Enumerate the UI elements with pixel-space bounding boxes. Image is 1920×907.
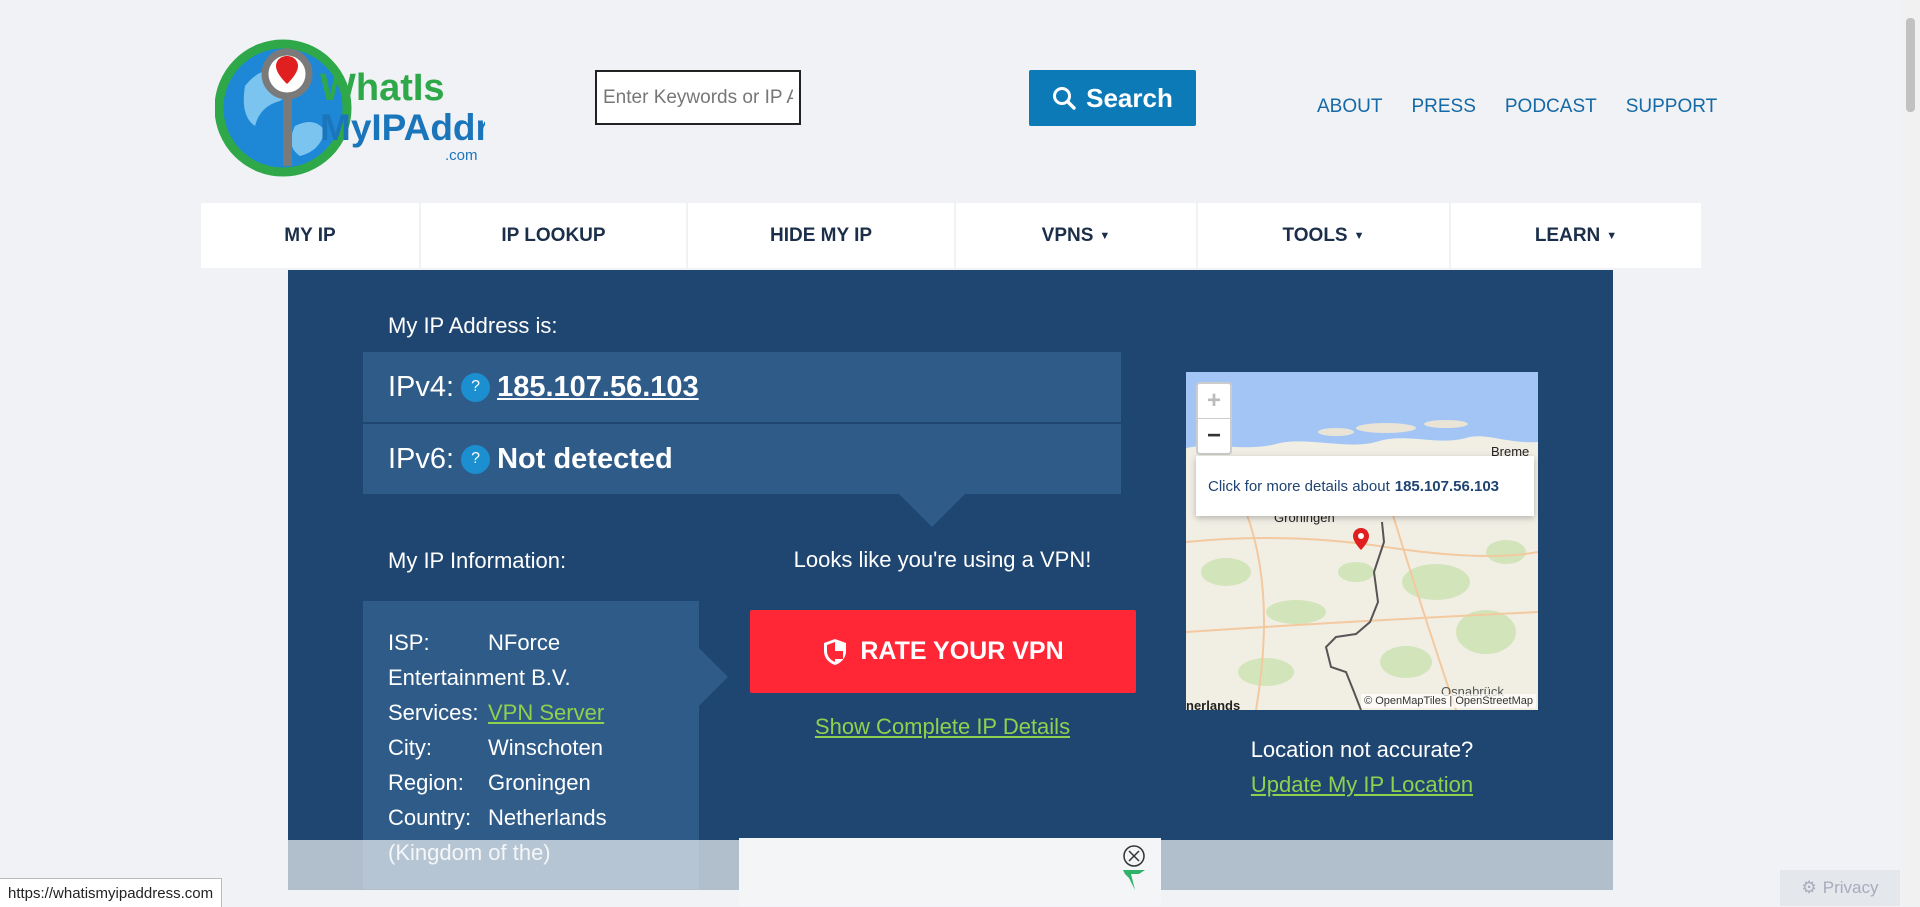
isp-line: ISP: NForce Entertainment B.V. bbox=[388, 625, 674, 695]
nav-ip-lookup[interactable]: IP LOOKUP bbox=[421, 203, 688, 268]
ipv4-row: IPv4: ? 185.107.56.103 bbox=[363, 352, 1121, 422]
country-label: Country: bbox=[388, 805, 472, 830]
nav-learn[interactable]: LEARN ▼ bbox=[1451, 203, 1701, 268]
city-value: Winschoten bbox=[488, 735, 603, 760]
region-value: Groningen bbox=[488, 770, 591, 795]
location-map[interactable]: Groningen Breme Osnabrück nerlands + − C… bbox=[1186, 372, 1538, 710]
top-link-podcast[interactable]: PODCAST bbox=[1505, 96, 1597, 118]
search-input[interactable] bbox=[595, 70, 801, 125]
map-zoom-control: + − bbox=[1196, 382, 1232, 455]
logo-line1: WhatIs bbox=[320, 67, 445, 109]
nav-hide-my-ip[interactable]: HIDE MY IP bbox=[688, 203, 956, 268]
ipv4-value[interactable]: 185.107.56.103 bbox=[497, 371, 699, 404]
main-nav: MY IP IP LOOKUP HIDE MY IP VPNS ▼ TOOLS ▼ … bbox=[201, 203, 1701, 268]
scrollbar[interactable] bbox=[1902, 0, 1920, 906]
map-popup-text: Click for more details about bbox=[1208, 477, 1390, 495]
site-logo[interactable]: WhatIs MyIPAddress .com bbox=[214, 16, 552, 194]
vpn-message: Looks like you're using a VPN! bbox=[793, 547, 1092, 572]
scrollbar-thumb[interactable] bbox=[1906, 18, 1915, 112]
services-line: Services: VPN Server bbox=[388, 695, 674, 730]
location-question: Location not accurate? bbox=[1250, 737, 1474, 762]
status-bar-url: https://whatismyipaddress.com bbox=[0, 878, 223, 907]
top-link-press[interactable]: PRESS bbox=[1411, 96, 1475, 118]
nav-tools-label: TOOLS bbox=[1282, 224, 1348, 246]
map-popup[interactable]: Click for more details about 185.107.56.… bbox=[1196, 456, 1534, 516]
ip-pointer bbox=[897, 492, 967, 527]
ipv6-label: IPv6: bbox=[388, 442, 455, 475]
ipv6-row: IPv6: ? Not detected bbox=[363, 424, 1121, 494]
map-country-label: nerlands bbox=[1186, 698, 1240, 710]
caret-down-icon: ▼ bbox=[1353, 229, 1365, 242]
rate-vpn-button[interactable]: RATE YOUR VPN bbox=[750, 610, 1136, 693]
services-label: Services: bbox=[388, 700, 479, 725]
nav-hide-my-ip-label: HIDE MY IP bbox=[769, 224, 873, 246]
city-label: City: bbox=[388, 735, 432, 760]
ipv6-value: Not detected bbox=[497, 442, 673, 475]
nav-ip-lookup-label: IP LOOKUP bbox=[501, 224, 606, 246]
logo-line2: MyIPAddress bbox=[320, 107, 485, 148]
isp-label: ISP: bbox=[388, 630, 430, 655]
search-button[interactable]: Search bbox=[1029, 70, 1196, 126]
zoom-in-button[interactable]: + bbox=[1198, 384, 1230, 419]
ipv4-label: IPv4: bbox=[388, 370, 455, 403]
top-links: ABOUT PRESS PODCAST SUPPORT bbox=[1317, 96, 1746, 118]
privacy-label: Privacy bbox=[1822, 878, 1879, 897]
nav-tools[interactable]: TOOLS ▼ bbox=[1198, 203, 1451, 268]
shield-icon bbox=[824, 638, 847, 665]
info-heading: My IP Information: bbox=[388, 548, 567, 573]
region-line: Region: Groningen bbox=[388, 765, 674, 800]
rate-vpn-label: RATE YOUR VPN bbox=[860, 637, 1064, 665]
nav-my-ip-label: MY IP bbox=[284, 224, 336, 246]
map-attribution[interactable]: © OpenMapTiles | OpenStreetMap bbox=[1361, 694, 1536, 708]
update-location-link[interactable]: Update My IP Location bbox=[1186, 772, 1538, 798]
nav-learn-label: LEARN bbox=[1534, 224, 1601, 246]
caret-down-icon: ▼ bbox=[1606, 229, 1618, 242]
zoom-out-button[interactable]: − bbox=[1198, 419, 1230, 453]
nav-my-ip[interactable]: MY IP bbox=[201, 203, 421, 268]
ad-close-icon[interactable] bbox=[1117, 844, 1151, 894]
ip-heading: My IP Address is: bbox=[388, 313, 558, 338]
city-line: City: Winschoten bbox=[388, 730, 674, 765]
ad-banner[interactable] bbox=[739, 838, 1161, 906]
info-pointer bbox=[699, 648, 728, 706]
region-label: Region: bbox=[388, 770, 464, 795]
nav-vpns-label: VPNS bbox=[1041, 224, 1094, 246]
map-popup-ip: 185.107.56.103 bbox=[1394, 477, 1500, 495]
help-icon[interactable]: ? bbox=[461, 372, 491, 402]
gear-icon: ⚙ bbox=[1801, 878, 1817, 897]
show-details-link[interactable]: Show Complete IP Details bbox=[750, 714, 1135, 740]
top-link-about[interactable]: ABOUT bbox=[1317, 96, 1382, 118]
caret-down-icon: ▼ bbox=[1099, 229, 1111, 242]
privacy-button[interactable]: ⚙ Privacy bbox=[1780, 870, 1900, 906]
top-link-support[interactable]: SUPPORT bbox=[1626, 96, 1718, 118]
search-button-label: Search bbox=[1086, 82, 1173, 113]
help-icon[interactable]: ? bbox=[461, 444, 491, 474]
services-link[interactable]: VPN Server bbox=[488, 700, 604, 725]
search-icon bbox=[1053, 87, 1076, 110]
nav-vpns[interactable]: VPNS ▼ bbox=[956, 203, 1198, 268]
logo-line3: .com bbox=[445, 147, 478, 164]
